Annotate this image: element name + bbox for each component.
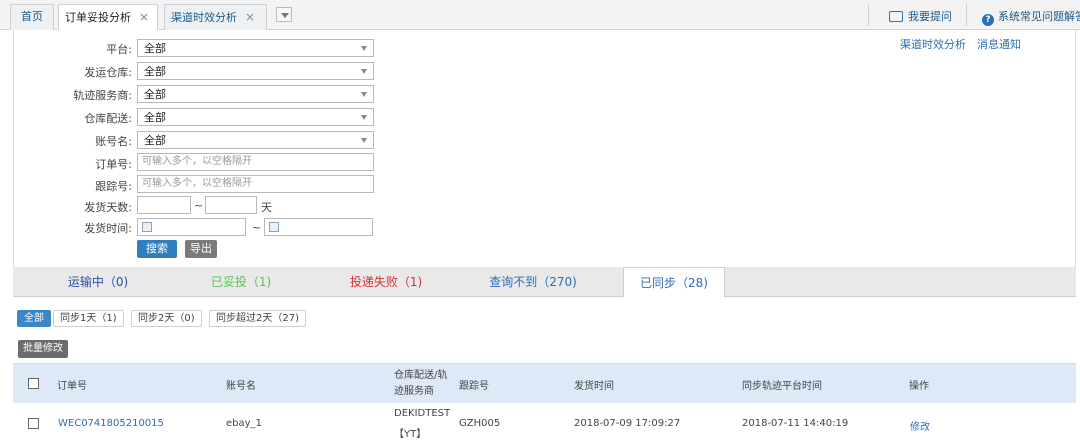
ship-days-to-input[interactable] xyxy=(205,196,257,214)
tab-home[interactable]: 首页 xyxy=(10,4,54,30)
range-separator: ~ xyxy=(194,199,204,212)
provider-cell-line1: DEKIDTEST xyxy=(394,408,451,419)
tab-channel-analysis-label: 渠道时效分析 xyxy=(171,11,237,24)
warehouse-delivery-label: 仓库配送: xyxy=(84,112,132,125)
tracking-no-input[interactable]: 可输入多个，以空格隔开 xyxy=(137,175,374,193)
divider xyxy=(868,4,869,26)
tab-channel-analysis[interactable]: 渠道时效分析 × xyxy=(164,4,267,30)
edit-link[interactable]: 修改 xyxy=(910,418,930,433)
account-value: 全部 xyxy=(144,134,166,147)
chevron-down-icon xyxy=(361,115,367,120)
divider xyxy=(966,4,967,26)
tracking-provider-label: 轨迹服务商: xyxy=(73,89,132,102)
order-no-link[interactable]: WEC0741805210015 xyxy=(58,418,164,429)
warehouse-value: 全部 xyxy=(144,65,166,78)
table-row: WEC0741805210015 ebay_1 DEKIDTEST 【YT】 G… xyxy=(13,403,1076,447)
ask-question-link[interactable]: 我要提问 xyxy=(889,8,952,24)
ship-time-label: 发货时间: xyxy=(84,222,132,235)
days-unit: 天 xyxy=(261,201,272,214)
header-action: 操作 xyxy=(909,381,929,392)
status-tab-synced[interactable]: 已同步（28) xyxy=(623,267,725,298)
faq-label: 系统常见问题解答 xyxy=(998,10,1080,23)
header-sync-time: 同步轨迹平台时间 xyxy=(742,381,822,392)
account-select[interactable]: 全部 xyxy=(137,131,374,149)
chat-icon xyxy=(889,11,903,22)
tab-order-analysis-label: 订单妥投分析 xyxy=(65,11,131,24)
tab-bar: 首页 订单妥投分析 × 渠道时效分析 × 我要提问 ? 系统常见问题解答 xyxy=(0,0,1080,31)
platform-select[interactable]: 全部 xyxy=(137,39,374,57)
chevron-down-icon xyxy=(361,138,367,143)
close-icon[interactable]: × xyxy=(245,10,255,24)
calendar-icon[interactable] xyxy=(269,222,279,232)
status-tab-failed[interactable]: 投递失败（1) xyxy=(331,267,441,297)
header-delivery-provider: 仓库配送/轨 迹服务商 xyxy=(394,368,447,400)
warehouse-delivery-value: 全部 xyxy=(144,111,166,124)
status-tab-not-found[interactable]: 查询不到（270) xyxy=(473,267,593,297)
filter-sync-1day[interactable]: 同步1天（1) xyxy=(53,310,124,327)
provider-cell-line2: 【YT】 xyxy=(394,429,427,440)
tracking-provider-select[interactable]: 全部 xyxy=(137,85,374,103)
header-ship-time: 发货时间 xyxy=(574,381,614,392)
faq-link[interactable]: ? 系统常见问题解答 xyxy=(982,8,1080,26)
tracking-provider-value: 全部 xyxy=(144,88,166,101)
search-button[interactable]: 搜索 xyxy=(137,240,177,258)
batch-edit-button[interactable]: 批量修改 xyxy=(18,340,68,358)
status-tab-bar: 运输中（0) 已妥投（1) 投递失败（1) 查询不到（270) 已同步（28) xyxy=(13,267,1076,298)
header-order-no: 订单号 xyxy=(57,381,87,392)
table-header: 订单号 账号名 仓库配送/轨 迹服务商 跟踪号 发货时间 同步轨迹平台时间 操作 xyxy=(13,363,1076,403)
close-icon[interactable]: × xyxy=(139,10,149,24)
filter-all[interactable]: 全部 xyxy=(17,310,51,327)
channel-analysis-link[interactable]: 渠道时效分析 xyxy=(900,36,966,52)
notification-link[interactable]: 消息通知 xyxy=(977,36,1021,52)
platform-label: 平台: xyxy=(106,43,132,56)
filter-sync-2day[interactable]: 同步2天（0) xyxy=(131,310,202,327)
header-delivery-provider-line1: 仓库配送/轨 xyxy=(394,370,448,381)
warehouse-select[interactable]: 全部 xyxy=(137,62,374,80)
header-account: 账号名 xyxy=(226,381,256,392)
order-no-input[interactable]: 可输入多个，以空格隔开 xyxy=(137,153,374,171)
tab-order-analysis[interactable]: 订单妥投分析 × xyxy=(58,4,158,31)
row-checkbox[interactable] xyxy=(28,418,39,429)
status-tab-delivered[interactable]: 已妥投（1) xyxy=(191,267,291,297)
ship-time-cell: 2018-07-09 17:09:27 xyxy=(574,418,681,429)
sync-time-cell: 2018-07-11 14:40:19 xyxy=(742,418,849,429)
ship-days-from-input[interactable] xyxy=(137,196,191,214)
chevron-down-icon xyxy=(361,46,367,51)
account-label: 账号名: xyxy=(95,135,132,148)
ship-time-to-input[interactable] xyxy=(264,218,373,236)
warehouse-label: 发运仓库: xyxy=(84,66,132,79)
ship-days-label: 发货天数: xyxy=(84,201,132,214)
tracking-no-cell: GZH005 xyxy=(459,418,501,429)
range-separator: ~ xyxy=(252,221,262,234)
ask-question-label: 我要提问 xyxy=(908,10,952,23)
platform-value: 全部 xyxy=(144,42,166,55)
chevron-down-icon xyxy=(361,92,367,97)
ship-time-from-input[interactable] xyxy=(137,218,246,236)
status-tab-in-transit[interactable]: 运输中（0) xyxy=(53,267,143,297)
select-all-checkbox[interactable] xyxy=(28,378,39,389)
warehouse-delivery-select[interactable]: 全部 xyxy=(137,108,374,126)
header-tracking-no: 跟踪号 xyxy=(459,381,489,392)
tracking-no-label: 跟踪号: xyxy=(95,180,132,193)
calendar-icon[interactable] xyxy=(142,222,152,232)
export-button[interactable]: 导出 xyxy=(185,240,217,258)
account-cell: ebay_1 xyxy=(226,418,262,429)
header-delivery-provider-line2: 迹服务商 xyxy=(394,386,434,397)
tab-dropdown-button[interactable] xyxy=(276,7,292,22)
help-icon: ? xyxy=(982,14,994,26)
chevron-down-icon xyxy=(361,69,367,74)
order-no-label: 订单号: xyxy=(95,158,132,171)
filter-sync-over-2day[interactable]: 同步超过2天（27) xyxy=(209,310,306,327)
